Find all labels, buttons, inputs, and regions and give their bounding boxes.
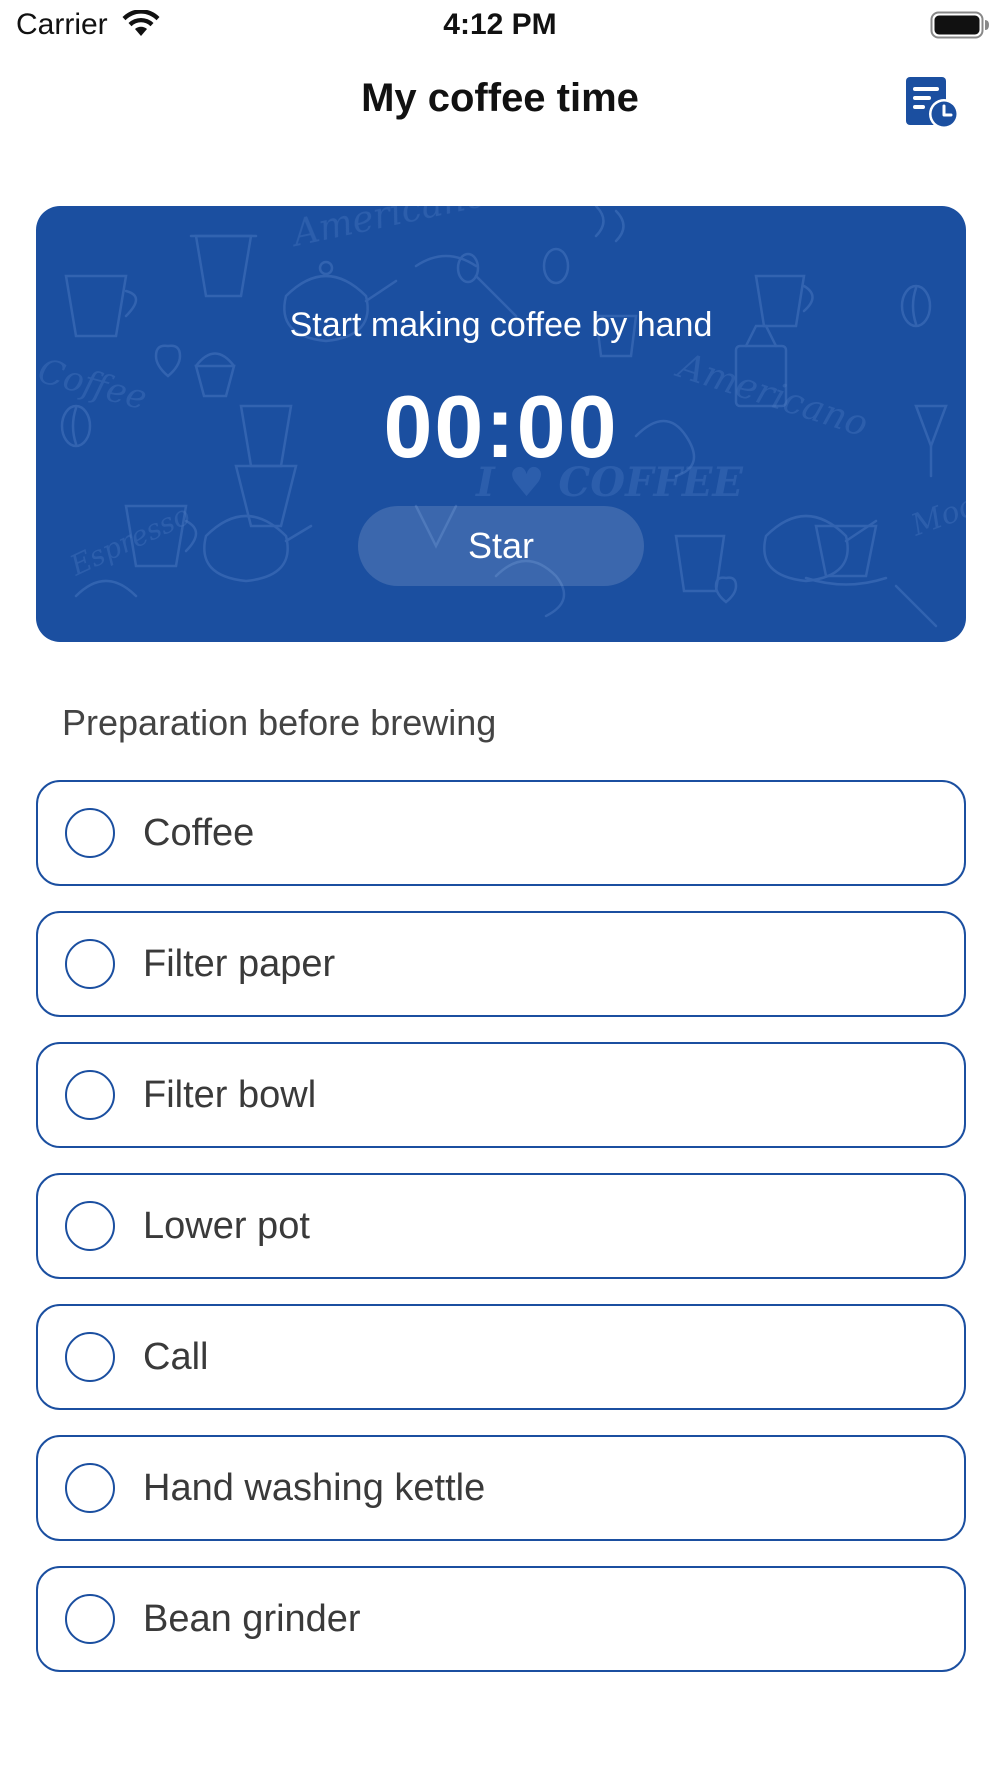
checklist-item-label: Filter paper: [143, 943, 336, 985]
checklist-item-label: Bean grinder: [143, 1598, 361, 1640]
status-time: 4:12 PM: [443, 8, 557, 41]
checklist-item-label: Call: [143, 1336, 209, 1378]
checklist-item-coffee[interactable]: Coffee: [36, 780, 966, 886]
timer-subtitle: Start making coffee by hand: [289, 306, 713, 344]
section-title: Preparation before brewing: [62, 702, 497, 743]
checklist-item-label: Coffee: [143, 812, 255, 854]
checklist-item-lower-pot[interactable]: Lower pot: [36, 1173, 966, 1279]
timer-card: Americano Americano Coffee I ♥ COFFEE Es…: [36, 206, 966, 642]
checklist-item-hand-washing-kettle[interactable]: Hand washing kettle: [36, 1435, 966, 1541]
checklist-item-filter-bowl[interactable]: Filter bowl: [36, 1042, 966, 1148]
checkbox-circle-icon[interactable]: [65, 1070, 115, 1120]
svg-text:Mocha: Mocha: [906, 475, 966, 543]
svg-text:Americano: Americano: [286, 206, 490, 255]
checkbox-circle-icon[interactable]: [65, 1463, 115, 1513]
history-button[interactable]: [900, 74, 960, 130]
checkbox-circle-icon[interactable]: [65, 939, 115, 989]
app-screen: Carrier 4:12 PM My coffee time Americano…: [0, 0, 1000, 1778]
checklist-item-label: Lower pot: [143, 1205, 310, 1247]
history-list-icon: [906, 77, 959, 129]
checklist-item-bean-grinder[interactable]: Bean grinder: [36, 1566, 966, 1672]
checkbox-circle-icon[interactable]: [65, 808, 115, 858]
checkbox-circle-icon[interactable]: [65, 1594, 115, 1644]
svg-text:Espresso: Espresso: [64, 498, 195, 583]
checklist-item-call[interactable]: Call: [36, 1304, 966, 1410]
start-button[interactable]: Star: [358, 506, 644, 586]
checklist-item-filter-paper[interactable]: Filter paper: [36, 911, 966, 1017]
timer-display: 00:00: [383, 377, 619, 476]
page-title: My coffee time: [361, 76, 639, 120]
battery-icon: [930, 11, 989, 39]
checklist-item-label: Hand washing kettle: [143, 1467, 486, 1509]
status-bar: Carrier 4:12 PM: [0, 0, 1000, 52]
checklist: Coffee Filter paper Filter bowl Lower po…: [36, 780, 966, 1697]
checkbox-circle-icon[interactable]: [65, 1201, 115, 1251]
checklist-item-label: Filter bowl: [143, 1074, 317, 1116]
checkbox-circle-icon[interactable]: [65, 1332, 115, 1382]
